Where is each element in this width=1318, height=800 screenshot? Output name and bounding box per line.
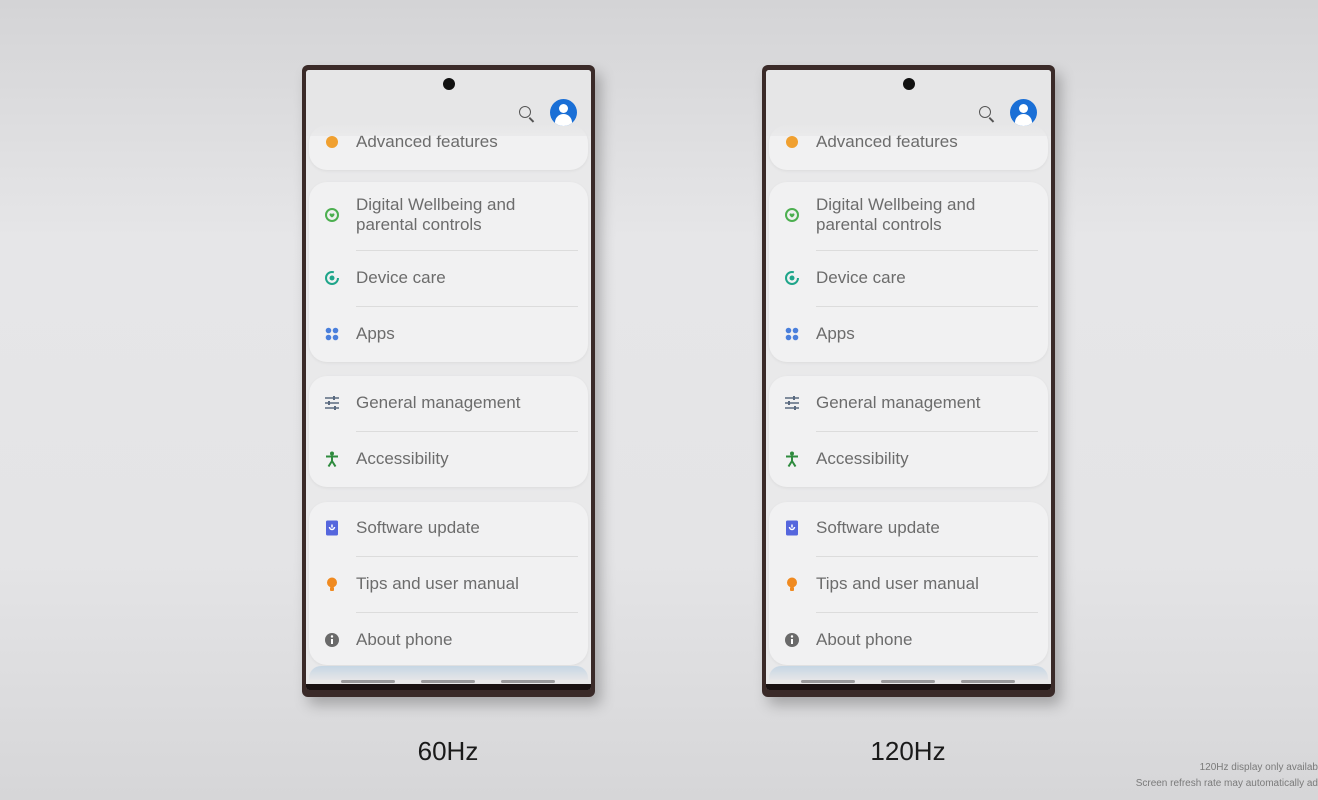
divider: [356, 612, 578, 613]
phone-screen: Advanced features Digital Wellbeing and p…: [306, 70, 591, 690]
divider: [816, 612, 1038, 613]
disclaimer-line-1: 120Hz display only availab: [1199, 762, 1318, 773]
info-icon: [784, 632, 800, 648]
info-icon: [324, 632, 340, 648]
settings-item-label: Digital Wellbeing and parental controls: [356, 195, 516, 234]
settings-item-digital-wellbeing-and-parental-controls[interactable]: Digital Wellbeing and parental controls: [309, 189, 588, 241]
settings-item-accessibility[interactable]: Accessibility: [769, 439, 1048, 479]
settings-card: Software update Tips and user manual About…: [769, 502, 1048, 665]
nav-bar-button[interactable]: [341, 680, 395, 683]
front-camera: [443, 78, 455, 90]
settings-card: Digital Wellbeing and parental controls D…: [769, 182, 1048, 362]
nav-bar-button[interactable]: [881, 680, 935, 683]
settings-item-label: Device care: [816, 268, 906, 287]
settings-item-label: Accessibility: [816, 449, 909, 468]
sliders-icon: [784, 395, 800, 411]
settings-item-label: General management: [816, 393, 981, 412]
settings-item-tips-and-user-manual[interactable]: Tips and user manual: [769, 564, 1048, 604]
settings-item-label: Apps: [356, 324, 395, 343]
settings-card: Software update Tips and user manual About…: [309, 502, 588, 665]
settings-item-label: Software update: [356, 518, 480, 537]
advanced-features-icon: [784, 134, 800, 150]
nav-bar-button[interactable]: [501, 680, 555, 683]
divider: [816, 556, 1038, 557]
settings-item-label: General management: [356, 393, 521, 412]
settings-card: Digital Wellbeing and parental controls D…: [309, 182, 588, 362]
settings-item-general-management[interactable]: General management: [309, 383, 588, 423]
settings-item-label: Digital Wellbeing and parental controls: [816, 195, 976, 234]
settings-item-software-update[interactable]: Software update: [309, 508, 588, 548]
avatar-head: [1019, 104, 1028, 113]
settings-item-label: Device care: [356, 268, 446, 287]
settings-item-tips-and-user-manual[interactable]: Tips and user manual: [309, 564, 588, 604]
phone-bezel-bottom: [766, 684, 1051, 690]
phone-bezel-bottom: [306, 684, 591, 690]
settings-card: General management Accessibility: [309, 376, 588, 487]
front-camera: [903, 78, 915, 90]
device-care-icon: [784, 270, 800, 286]
settings-header: [766, 70, 1051, 136]
device-care-icon: [324, 270, 340, 286]
phone-frame: Advanced features Digital Wellbeing and p…: [762, 65, 1055, 697]
divider: [356, 306, 578, 307]
settings-item-device-care[interactable]: Device care: [769, 258, 1048, 298]
settings-card: General management Accessibility: [769, 376, 1048, 487]
settings-item-about-phone[interactable]: About phone: [309, 620, 588, 660]
nav-bar-button[interactable]: [961, 680, 1015, 683]
refresh-rate-label: 60Hz: [417, 736, 479, 766]
settings-item-general-management[interactable]: General management: [769, 383, 1048, 423]
settings-item-label: About phone: [356, 630, 453, 649]
apps-icon: [324, 326, 340, 342]
divider: [816, 250, 1038, 251]
software-update-icon: [324, 520, 340, 536]
settings-item-accessibility[interactable]: Accessibility: [309, 439, 588, 479]
disclaimer-line-2: Screen refresh rate may automatically ad: [1135, 778, 1318, 789]
software-update-icon: [784, 520, 800, 536]
settings-item-about-phone[interactable]: About phone: [769, 620, 1048, 660]
phone-screen: Advanced features Digital Wellbeing and p…: [766, 70, 1051, 690]
digital-wellbeing-icon: [324, 207, 340, 223]
search-icon[interactable]: [979, 106, 991, 118]
divider: [356, 556, 578, 557]
digital-wellbeing-icon: [784, 207, 800, 223]
settings-item-label: Tips and user manual: [816, 574, 979, 593]
account-avatar-icon[interactable]: [550, 99, 577, 126]
apps-icon: [784, 326, 800, 342]
nav-bar-button[interactable]: [421, 680, 475, 683]
bottom-glow: [769, 666, 1048, 680]
settings-item-software-update[interactable]: Software update: [769, 508, 1048, 548]
settings-item-label: Apps: [816, 324, 855, 343]
phone-frame: Advanced features Digital Wellbeing and p…: [302, 65, 595, 697]
advanced-features-icon: [324, 134, 340, 150]
settings-item-apps[interactable]: Apps: [309, 314, 588, 354]
settings-item-label: Software update: [816, 518, 940, 537]
divider: [356, 431, 578, 432]
settings-item-apps[interactable]: Apps: [769, 314, 1048, 354]
bottom-glow: [309, 666, 588, 680]
nav-bar-button[interactable]: [801, 680, 855, 683]
settings-item-label: Tips and user manual: [356, 574, 519, 593]
lightbulb-icon: [324, 576, 340, 592]
sliders-icon: [324, 395, 340, 411]
avatar-head: [559, 104, 568, 113]
account-avatar-icon[interactable]: [1010, 99, 1037, 126]
settings-item-device-care[interactable]: Device care: [309, 258, 588, 298]
divider: [816, 306, 1038, 307]
divider: [356, 250, 578, 251]
lightbulb-icon: [784, 576, 800, 592]
avatar-body: [555, 114, 572, 126]
settings-item-label: About phone: [816, 630, 913, 649]
settings-item-digital-wellbeing-and-parental-controls[interactable]: Digital Wellbeing and parental controls: [769, 189, 1048, 241]
divider: [816, 431, 1038, 432]
refresh-rate-label: 120Hz: [870, 736, 946, 766]
settings-header: [306, 70, 591, 136]
accessibility-icon: [784, 451, 800, 467]
settings-item-label: Accessibility: [356, 449, 449, 468]
avatar-body: [1015, 114, 1032, 126]
search-icon[interactable]: [519, 106, 531, 118]
accessibility-icon: [324, 451, 340, 467]
